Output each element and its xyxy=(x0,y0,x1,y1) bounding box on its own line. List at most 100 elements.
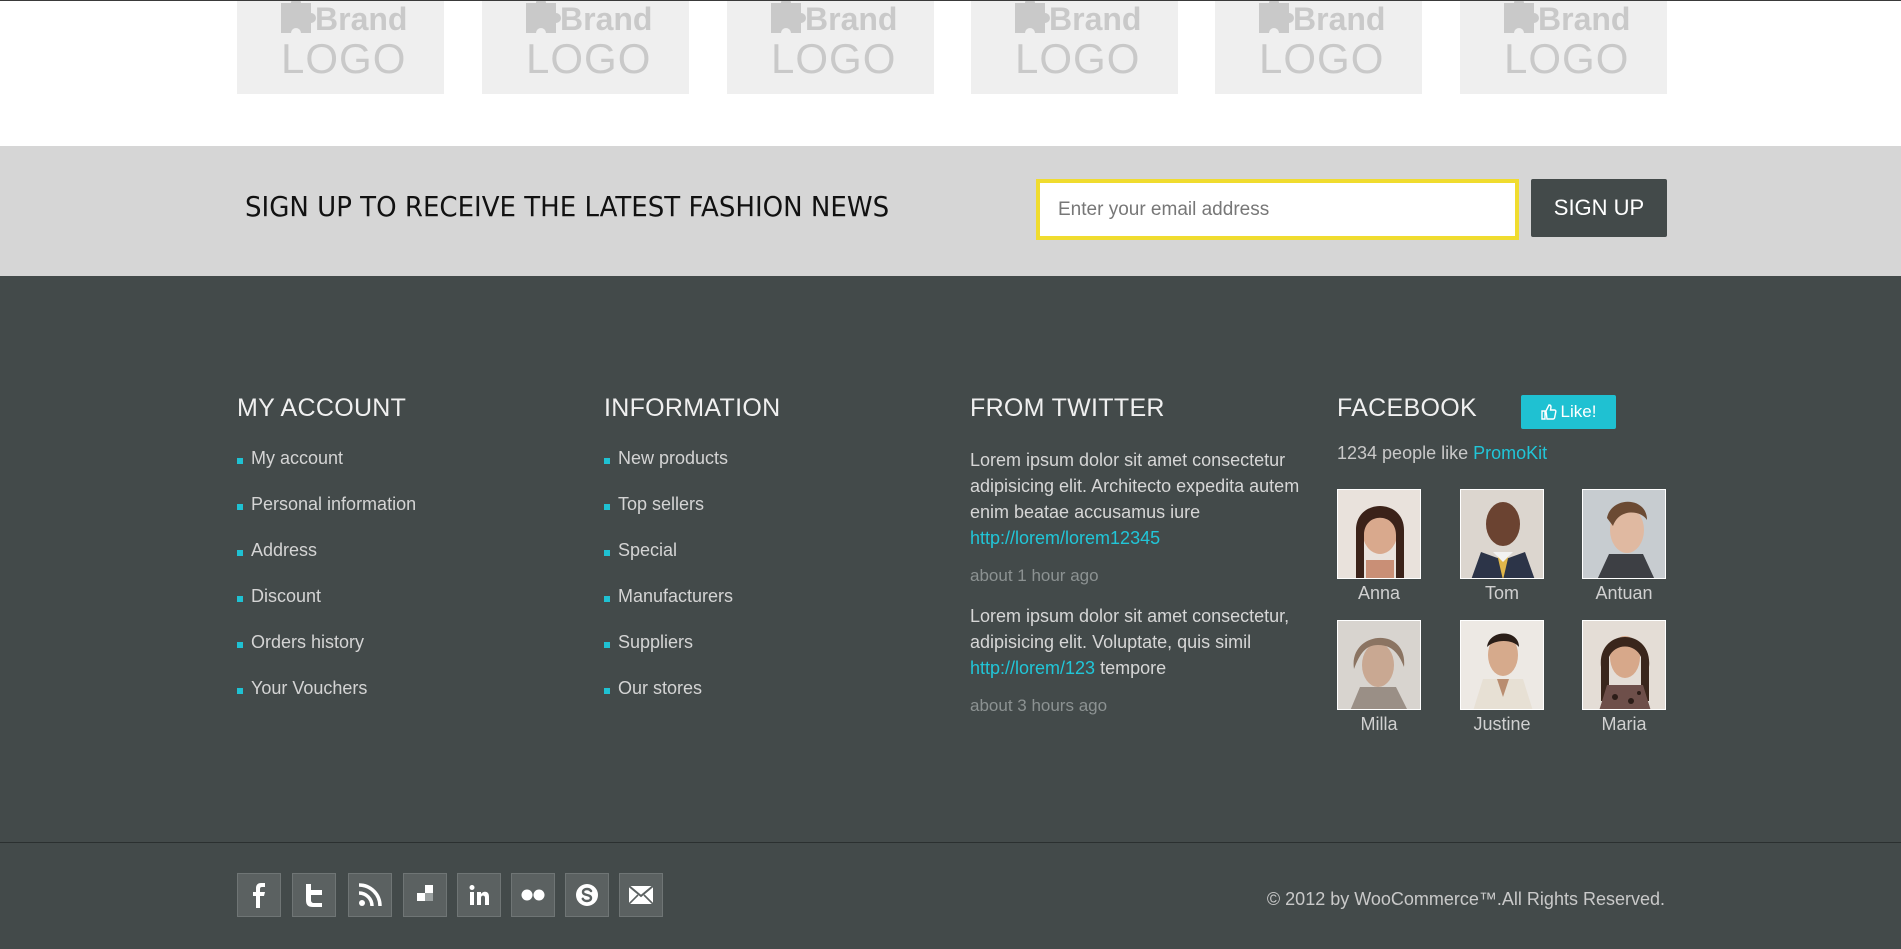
avatar xyxy=(1582,489,1666,579)
link-my-account[interactable]: My account xyxy=(251,447,343,469)
facebook-friend[interactable]: Anna xyxy=(1337,489,1421,604)
twitter-title: FROM TWITTER xyxy=(970,394,1165,422)
tweet-text-after: tempore xyxy=(1095,658,1167,678)
copyright-text: © 2012 by WooCommerce™.All Rights Reserv… xyxy=(1266,889,1665,909)
rss-icon[interactable] xyxy=(348,873,392,917)
tweet-time: about 1 hour ago xyxy=(970,566,1099,585)
bullet-icon xyxy=(604,596,610,602)
list-item[interactable]: Manufacturers xyxy=(604,585,780,631)
friend-name: Antuan xyxy=(1595,583,1653,603)
list-item[interactable]: Top sellers xyxy=(604,493,780,539)
newsletter-heading: SIGN UP TO RECEIVE THE LATEST FASHION NE… xyxy=(245,190,890,223)
brand-logo[interactable]: Brand LOGO xyxy=(482,1,689,94)
list-item[interactable]: Discount xyxy=(237,585,416,631)
brand-logo[interactable]: Brand LOGO xyxy=(237,1,444,94)
brand-word: Brand xyxy=(1293,1,1386,37)
brand-logo[interactable]: Brand LOGO xyxy=(1215,1,1422,94)
my-account-column: MY ACCOUNT My account Personal informati… xyxy=(237,394,416,723)
brand-word: Brand xyxy=(1538,1,1631,37)
brand-logo-text: LOGO xyxy=(771,35,897,82)
list-item[interactable]: Our stores xyxy=(604,677,780,723)
flickr-icon[interactable] xyxy=(511,873,555,917)
brand-word: Brand xyxy=(805,1,898,37)
list-item[interactable]: Orders history xyxy=(237,631,416,677)
facebook-column: FACEBOOK 1234 people like PromoKit xyxy=(1337,394,1667,464)
facebook-friend[interactable]: Antuan xyxy=(1582,489,1666,604)
friend-name: Justine xyxy=(1473,714,1531,734)
facebook-icon[interactable] xyxy=(237,873,281,917)
facebook-friend[interactable]: Maria xyxy=(1582,620,1666,735)
link-address[interactable]: Address xyxy=(251,539,317,561)
brand-logo[interactable]: Brand LOGO xyxy=(1460,1,1667,94)
list-item[interactable]: My account xyxy=(237,447,416,493)
bullet-icon xyxy=(237,642,243,648)
avatar xyxy=(1582,620,1666,710)
tweet-link[interactable]: http://lorem/lorem12345 xyxy=(970,528,1160,548)
link-manufacturers[interactable]: Manufacturers xyxy=(618,585,733,607)
information-column: INFORMATION New products Top sellers Spe… xyxy=(604,394,780,723)
bullet-icon xyxy=(237,458,243,464)
brand-logo[interactable]: Brand LOGO xyxy=(727,1,934,94)
facebook-page-link[interactable]: PromoKit xyxy=(1473,443,1547,463)
facebook-friend[interactable]: Milla xyxy=(1337,620,1421,735)
bullet-icon xyxy=(604,688,610,694)
facebook-like-count: 1234 people like PromoKit xyxy=(1337,443,1667,464)
brand-logo-text: LOGO xyxy=(1504,35,1630,82)
skype-icon[interactable] xyxy=(565,873,609,917)
link-special[interactable]: Special xyxy=(618,539,677,561)
brand-logo-text: LOGO xyxy=(1259,35,1385,82)
brand-logo-text: LOGO xyxy=(281,35,407,82)
link-suppliers[interactable]: Suppliers xyxy=(618,631,693,653)
delicious-icon[interactable] xyxy=(403,873,447,917)
facebook-friend[interactable]: Justine xyxy=(1460,620,1544,735)
like-count-text: 1234 people like xyxy=(1337,443,1474,463)
link-top-sellers[interactable]: Top sellers xyxy=(618,493,704,515)
list-item[interactable]: Suppliers xyxy=(604,631,780,677)
friend-name: Maria xyxy=(1601,714,1647,734)
list-item[interactable]: Your Vouchers xyxy=(237,677,416,723)
brand-word: Brand xyxy=(315,1,408,37)
bullet-icon xyxy=(237,550,243,556)
my-account-title: MY ACCOUNT xyxy=(237,394,407,422)
brand-word: Brand xyxy=(1049,1,1142,37)
avatar xyxy=(1337,489,1421,579)
email-icon[interactable] xyxy=(619,873,663,917)
tweet-text: Lorem ipsum dolor sit amet consectetur a… xyxy=(970,450,1300,522)
bullet-icon xyxy=(237,596,243,602)
information-title: INFORMATION xyxy=(604,394,781,422)
avatar xyxy=(1337,620,1421,710)
information-list: New products Top sellers Special Manufac… xyxy=(604,447,780,723)
bullet-icon xyxy=(604,550,610,556)
tweet-text: Lorem ipsum dolor sit amet consectetur, … xyxy=(970,606,1290,652)
tweet-link[interactable]: http://lorem/123 xyxy=(970,658,1095,678)
my-account-list: My account Personal information Address … xyxy=(237,447,416,723)
brand-logo[interactable]: Brand LOGO xyxy=(971,1,1178,94)
thumbs-up-icon xyxy=(1540,404,1557,420)
list-item[interactable]: New products xyxy=(604,447,780,493)
friend-name: Tom xyxy=(1484,583,1519,603)
brand-logos-strip: Brand LOGO Brand LOGO Brand LOGO Brand L… xyxy=(0,0,1901,146)
link-new-products[interactable]: New products xyxy=(618,447,728,469)
link-our-stores[interactable]: Our stores xyxy=(618,677,702,699)
footer-bottom-bar: © 2012 by WooCommerce™.All Rights Reserv… xyxy=(0,843,1901,949)
link-discount[interactable]: Discount xyxy=(251,585,321,607)
like-label: Like! xyxy=(1560,402,1597,421)
list-item[interactable]: Address xyxy=(237,539,416,585)
link-personal-information[interactable]: Personal information xyxy=(251,493,416,515)
facebook-friend[interactable]: Tom xyxy=(1460,489,1544,604)
signup-button[interactable]: SIGN UP xyxy=(1531,179,1667,237)
email-input[interactable] xyxy=(1036,179,1519,240)
friend-name: Milla xyxy=(1360,714,1398,734)
brand-logo-text: LOGO xyxy=(526,35,652,82)
link-orders-history[interactable]: Orders history xyxy=(251,631,364,653)
bullet-icon xyxy=(604,504,610,510)
twitter-icon[interactable] xyxy=(292,873,336,917)
avatar xyxy=(1460,620,1544,710)
link-your-vouchers[interactable]: Your Vouchers xyxy=(251,677,367,699)
linkedin-icon[interactable] xyxy=(457,873,501,917)
list-item[interactable]: Special xyxy=(604,539,780,585)
list-item[interactable]: Personal information xyxy=(237,493,416,539)
facebook-like-button[interactable]: Like! xyxy=(1521,395,1616,429)
newsletter-section: SIGN UP TO RECEIVE THE LATEST FASHION NE… xyxy=(0,146,1901,276)
bullet-icon xyxy=(604,458,610,464)
